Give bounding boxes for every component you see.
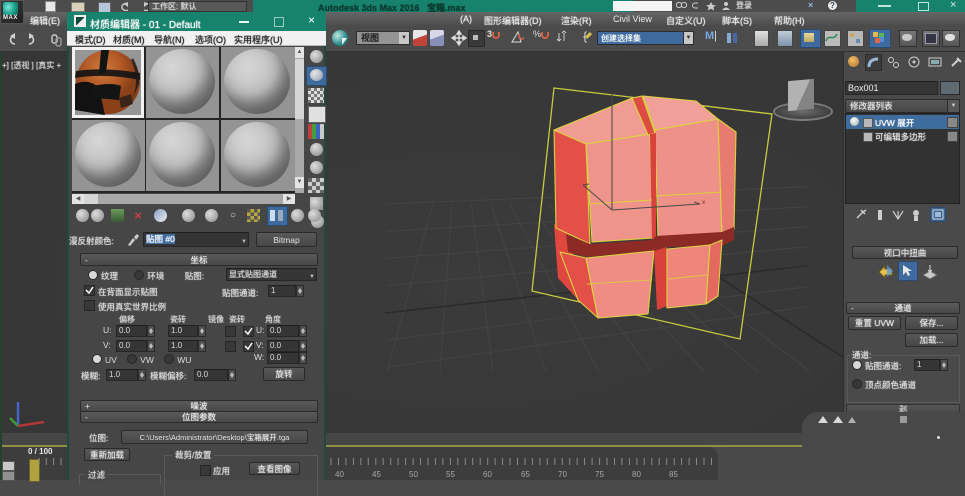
svg-text:70: 70 (558, 470, 567, 479)
svg-text:65: 65 (521, 470, 530, 479)
svg-text:45: 45 (372, 470, 381, 479)
svg-text:60: 60 (483, 470, 492, 479)
svg-text:40: 40 (335, 470, 344, 479)
svg-text:55: 55 (446, 470, 455, 479)
svg-text:80: 80 (632, 470, 641, 479)
svg-text:85: 85 (669, 470, 678, 479)
svg-text:50: 50 (409, 470, 418, 479)
svg-text:75: 75 (595, 470, 604, 479)
